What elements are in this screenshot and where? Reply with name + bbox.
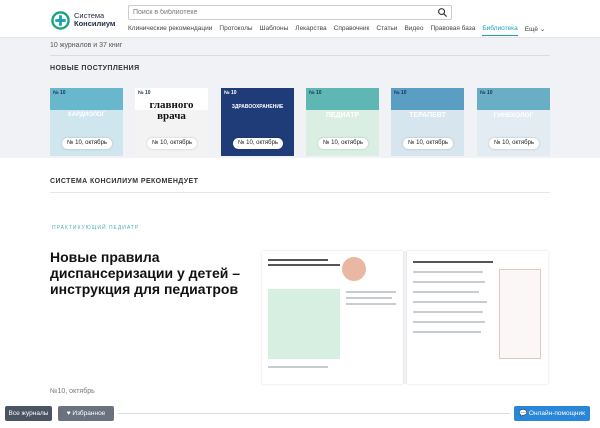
- new-arrivals-list: № 10 КАРДИОЛОГ № 10, октябрь № 10 главно…: [50, 88, 550, 156]
- nav-item-video[interactable]: Видео: [404, 25, 423, 36]
- preview-sidebar-box: [499, 269, 541, 359]
- preview-text-line: [413, 271, 483, 273]
- cover-title: ТЕРАПЕВТ: [409, 112, 446, 119]
- preview-text-line: [413, 281, 485, 283]
- preview-heading-line: [413, 261, 493, 263]
- divider: [50, 192, 550, 193]
- new-arrivals-title: НОВЫЕ ПОСТУПЛЕНИЯ: [50, 65, 140, 72]
- top-header: Система Консилиум Клинические рекомендац…: [0, 0, 600, 38]
- all-journals-button[interactable]: Все журналы: [5, 406, 52, 421]
- nav-item-library[interactable]: Библиотека: [482, 25, 518, 36]
- issue-badge: № 10, октябрь: [147, 138, 198, 149]
- nav-item-protocols[interactable]: Протоколы: [219, 25, 252, 36]
- logo[interactable]: Система Консилиум: [51, 8, 123, 32]
- journal-cover-gynecologist[interactable]: № 10 ГИНЕКОЛОГ № 10, октябрь: [477, 88, 550, 156]
- preview-text-line: [413, 321, 485, 323]
- nav-item-legal[interactable]: Правовая база: [430, 25, 475, 36]
- logo-text: Система Консилиум: [74, 12, 115, 28]
- cover-number: № 10: [394, 90, 407, 96]
- cover-number: № 10: [138, 90, 151, 96]
- search-input[interactable]: [133, 7, 433, 18]
- preview-left-page: [262, 251, 403, 384]
- preview-text-line: [413, 311, 483, 313]
- journal-cover-pediatrician[interactable]: № 10 ПЕДИАТР № 10, октябрь: [306, 88, 379, 156]
- preview-text-block: [268, 289, 340, 359]
- preview-heading-line: [268, 264, 340, 266]
- journal-cover-chief-doctor[interactable]: № 10 главного врача № 10, октябрь: [135, 88, 208, 156]
- issue-label: №10, октябрь: [50, 388, 95, 395]
- cover-number: № 10: [53, 90, 66, 96]
- nav-item-articles[interactable]: Статьи: [376, 25, 397, 36]
- favorites-button[interactable]: ♥ Избранное: [58, 406, 114, 421]
- cover-title: КАРДИОЛОГ: [67, 112, 105, 118]
- nav-item-drugs[interactable]: Лекарства: [295, 25, 326, 36]
- cover-title: ЗДРАВООХРАНЕНИЕ: [231, 104, 284, 110]
- cover-number: № 10: [309, 90, 322, 96]
- nav-item-more[interactable]: Ещё ⌄: [525, 25, 546, 36]
- preview-text-line: [413, 301, 487, 303]
- nav-item-templates[interactable]: Шаблоны: [260, 25, 289, 36]
- preview-text-line: [346, 303, 396, 305]
- logo-line2: Консилиум: [74, 19, 116, 28]
- journal-cover-therapist[interactable]: № 10 ТЕРАПЕВТ № 10, октябрь: [391, 88, 464, 156]
- library-counts: 10 журналов и 37 книг: [50, 42, 123, 49]
- preview-text-line: [413, 331, 481, 333]
- online-helper-button[interactable]: 💬 Онлайн-помощник: [514, 406, 590, 421]
- nav-item-clinical[interactable]: Клинические рекомендации: [128, 25, 212, 36]
- preview-right-page: [407, 251, 548, 384]
- main-nav: Клинические рекомендации Протоколы Шабло…: [128, 25, 552, 36]
- cover-title: ГИНЕКОЛОГ: [493, 112, 534, 119]
- author-photo: [342, 257, 366, 281]
- nav-item-reference[interactable]: Справочник: [334, 25, 370, 36]
- search-box: [128, 5, 452, 20]
- carousel-track: [118, 413, 510, 414]
- preview-heading-line: [268, 259, 328, 261]
- cover-number: № 10: [480, 90, 493, 96]
- journal-cover-cardiologist[interactable]: № 10 КАРДИОЛОГ № 10, октябрь: [50, 88, 123, 156]
- journal-brand-label: ПРАКТИКУЮЩИЙ ПЕДИАТР: [52, 225, 140, 231]
- cover-title: главного врача: [149, 99, 194, 122]
- logo-cross-icon: [51, 10, 70, 30]
- preview-text-line: [268, 366, 328, 368]
- feature-article-title[interactable]: Новые правила диспансеризации у детей – …: [50, 249, 260, 297]
- divider: [50, 55, 550, 56]
- search-icon[interactable]: [437, 7, 448, 18]
- preview-text-line: [346, 291, 396, 293]
- recommends-title: СИСТЕМА КОНСИЛИУМ РЕКОМЕНДУЕТ: [50, 178, 199, 185]
- article-preview-image[interactable]: [262, 251, 548, 384]
- issue-badge: № 10, октябрь: [403, 138, 454, 149]
- issue-badge: № 10, октябрь: [62, 138, 113, 149]
- cover-number: № 10: [224, 90, 237, 96]
- preview-text-line: [346, 297, 392, 299]
- cover-title: ПЕДИАТР: [325, 112, 360, 119]
- issue-badge: № 10, октябрь: [489, 138, 540, 149]
- preview-text-line: [413, 291, 479, 293]
- issue-badge: № 10, октябрь: [318, 138, 369, 149]
- issue-badge: № 10, октябрь: [233, 138, 284, 149]
- journal-cover-healthcare[interactable]: № 10 ЗДРАВООХРАНЕНИЕ № 10, октябрь: [221, 88, 294, 156]
